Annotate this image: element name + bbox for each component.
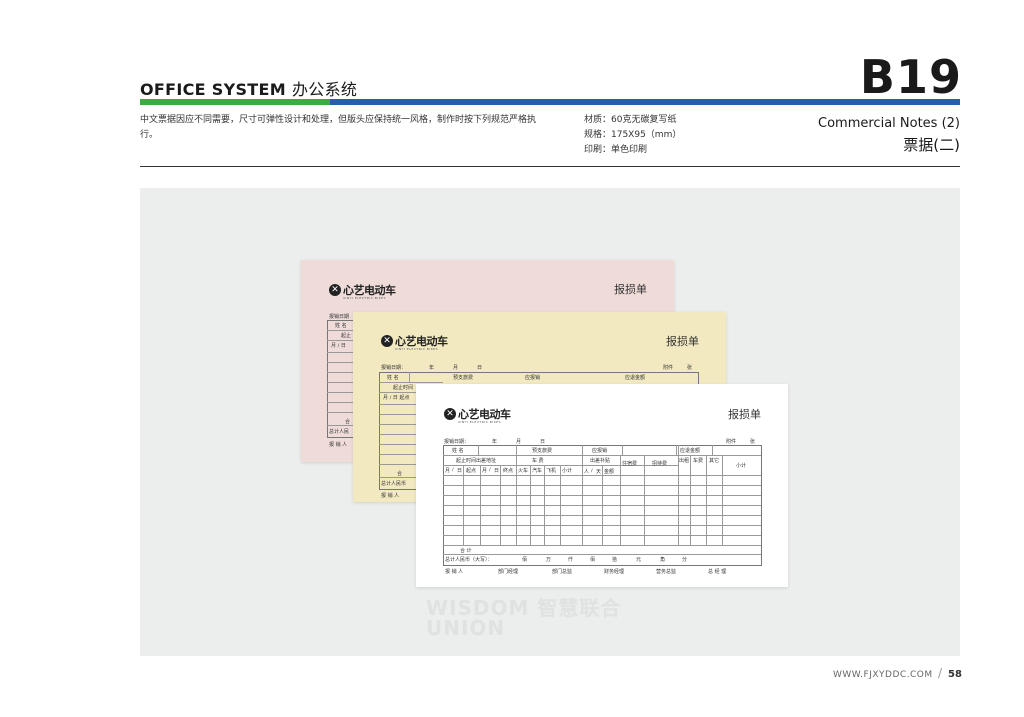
page-number: 58 (948, 669, 962, 680)
sign-reimburser: 报 销 人 (445, 569, 464, 575)
spec-size: 规格：175X95（mm） (584, 130, 682, 140)
watermark: WISDOM 智慧联合 UNION (426, 596, 622, 640)
sign-finance-manager: 财务经理 (604, 569, 625, 575)
footer-separator: / (938, 666, 943, 680)
brand-mark-icon: ✕ (329, 284, 341, 296)
form-title: 报损单 (614, 283, 647, 296)
specs-list: 材质：60克无碳复写纸 规格：175X95（mm） 印刷：单色印刷 (584, 113, 681, 158)
accent-bar-green (140, 99, 330, 105)
rmb-total-label: 总计人民币（大写）： (445, 557, 493, 563)
sign-general-manager: 总 经 理 (708, 569, 727, 575)
form-title: 报损单 (728, 408, 761, 421)
brand-mark-icon: ✕ (381, 335, 393, 347)
col-hotel: 住宿费 (622, 461, 638, 467)
form-copy-white: ✕ 心艺电动车 XINYI ELECTRIC BIKES 报损单 报销日期： 年… (416, 384, 788, 587)
subtitle-en: Commercial Notes (2) (818, 116, 960, 131)
spec-print: 印刷：单色印刷 (584, 145, 648, 155)
footer-url[interactable]: WWW.FJXYDDC.COM (833, 670, 933, 680)
date-label: 报销日期： (444, 439, 470, 445)
brand-mark-icon: ✕ (444, 408, 456, 420)
brand-subtitle: XINYI ELECTRIC BIKES (458, 420, 501, 424)
col-allowance: 出差补贴 (590, 458, 611, 464)
col-rent: 车费 (693, 458, 704, 464)
form-title: 报损单 (666, 335, 699, 348)
spec-material: 材质：60克无碳复写纸 (584, 115, 677, 125)
col-fare: 车 费 (532, 458, 544, 464)
total-label: 合 计 (460, 548, 472, 554)
section-title: OFFICE SYSTEM 办公系统 (140, 76, 357, 100)
sign-dept-manager: 部门经理 (498, 569, 519, 575)
page-code: B19 (859, 50, 962, 104)
col-other: 其它 (709, 458, 720, 464)
header-divider (140, 166, 960, 167)
col-reimburse: 应报销 (592, 448, 608, 454)
col-entertain: 招待费 (652, 461, 668, 467)
col-name: 姓 名 (452, 448, 464, 454)
col-subtotal: 小计 (736, 463, 747, 469)
section-title-en: OFFICE SYSTEM (140, 80, 286, 99)
col-advance: 预支旅费 (532, 448, 553, 454)
section-title-cn: 办公系统 (291, 80, 358, 99)
sign-dept-director: 部门总监 (552, 569, 573, 575)
sign-ops-director: 营务总监 (656, 569, 677, 575)
description-text: 中文票据因应不同需要，尺寸可弹性设计和处理，但版头应保持统一风格，制作时按下列规… (140, 115, 537, 140)
col-refund: 应退金额 (680, 448, 701, 454)
accent-bar-blue (330, 99, 960, 105)
col-taxi: 出租 (679, 458, 690, 464)
col-period: 起止时间出差地址 (456, 458, 497, 464)
attachment-label: 附件 (726, 439, 737, 445)
subtitle-cn: 票据(二) (903, 136, 960, 154)
